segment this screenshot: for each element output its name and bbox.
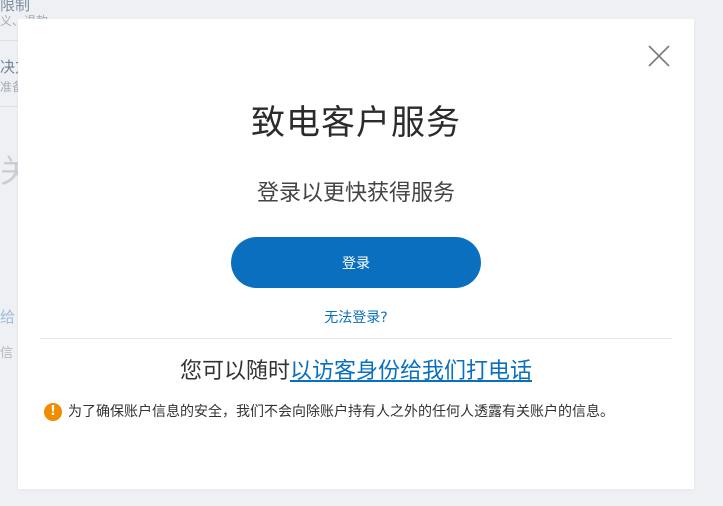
close-icon-glyph	[648, 45, 670, 67]
divider	[40, 338, 672, 339]
background-text: 信	[0, 346, 14, 361]
close-icon[interactable]	[647, 44, 671, 68]
dialog-title: 致电客户服务	[251, 103, 461, 143]
privacy-notice: ! 为了确保账户信息的安全，我们不会向除账户持有人之外的任何人透露有关账户的信息…	[44, 400, 654, 424]
guest-call-prefix: 您可以随时	[179, 359, 290, 384]
warning-icon: !	[44, 403, 62, 421]
contact-support-dialog: 致电客户服务 登录以更快获得服务 登录 无法登录? 您可以随时以访客身份给我们打…	[18, 19, 694, 489]
dialog-subtitle: 登录以更快获得服务	[256, 181, 455, 206]
guest-call-text: 您可以随时以访客身份给我们打电话	[18, 353, 694, 385]
privacy-notice-text: 为了确保账户信息的安全，我们不会向除账户持有人之外的任何人透露有关账户的信息。	[68, 404, 614, 420]
background-link: 给	[0, 308, 16, 326]
guest-call-link[interactable]: 以访客身份给我们打电话	[290, 359, 532, 384]
login-button[interactable]: 登录	[231, 237, 481, 288]
cant-login-link[interactable]: 无法登录?	[18, 307, 694, 327]
